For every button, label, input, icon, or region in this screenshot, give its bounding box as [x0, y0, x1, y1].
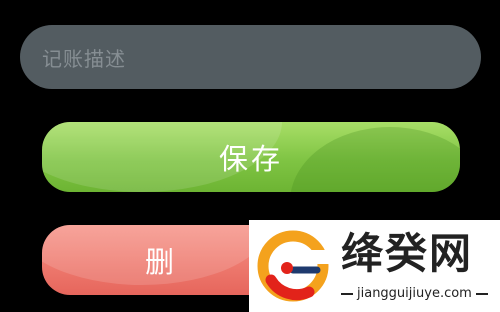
- save-button-wave: [290, 127, 460, 192]
- watermark-url: jiangguijiuye.com: [357, 286, 472, 301]
- delete-button-label: 删: [144, 245, 177, 279]
- watermark-url-row: jiangguijiuye.com: [341, 286, 491, 302]
- description-input[interactable]: 记账描述: [20, 25, 481, 89]
- description-placeholder: 记账描述: [42, 46, 126, 71]
- watermark: 绛癸网 jiangguijiuye.com: [249, 220, 500, 312]
- logo-icon: [257, 230, 329, 302]
- watermark-brand: 绛癸网: [341, 229, 474, 278]
- dash-decoration: [475, 293, 488, 295]
- save-button[interactable]: 保存: [42, 122, 460, 192]
- save-button-label: 保存: [218, 142, 283, 176]
- dash-decoration: [341, 293, 353, 295]
